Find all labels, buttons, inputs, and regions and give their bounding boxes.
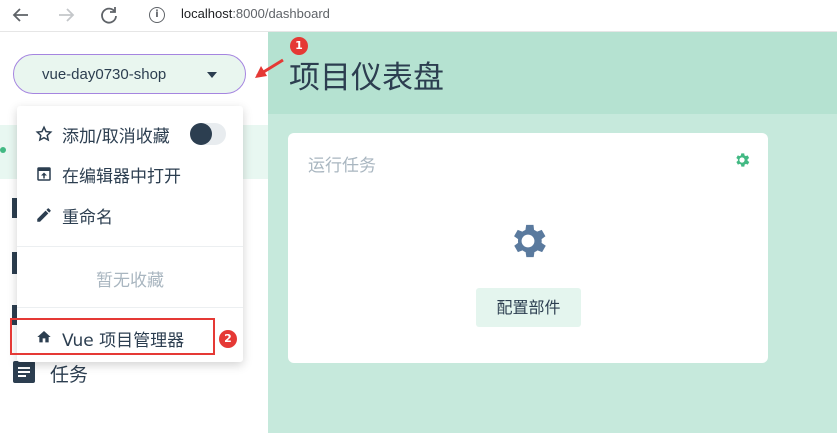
browser-toolbar: i localhost:8000/dashboard — [0, 0, 837, 32]
reload-icon[interactable] — [98, 4, 120, 26]
info-icon[interactable]: i — [149, 7, 165, 23]
pencil-icon — [35, 206, 53, 224]
menu-item-toggle-favorite[interactable]: 添加/取消收藏 — [17, 114, 243, 154]
configure-widgets-button[interactable]: 配置部件 — [476, 288, 581, 327]
annotation-badge-1: 1 — [290, 37, 308, 55]
empty-favorites-text: 暂无收藏 — [96, 271, 164, 291]
project-name: vue-day0730-shop — [42, 65, 167, 83]
menu-item-open-in-editor[interactable]: 在编辑器中打开 — [17, 154, 243, 194]
url-host: localhost — [181, 6, 233, 21]
back-arrow-icon[interactable] — [10, 4, 32, 26]
menu-item-rename[interactable]: 重命名 — [17, 195, 243, 235]
widget-settings-gear-icon[interactable] — [733, 151, 751, 169]
active-indicator-dot — [0, 147, 6, 153]
tasks-icon[interactable] — [13, 361, 35, 383]
menu-divider — [17, 246, 243, 247]
sidebar-item-tasks[interactable]: 任务 — [50, 360, 88, 387]
project-selector-button[interactable]: vue-day0730-shop — [13, 54, 246, 94]
widget-title: 运行任务 — [308, 156, 376, 176]
star-outline-icon — [35, 125, 53, 143]
run-tasks-widget: 运行任务 配置部件 — [288, 133, 768, 363]
annotation-badge-2: 2 — [219, 330, 237, 348]
favorite-toggle[interactable] — [190, 123, 226, 145]
menu-divider — [17, 307, 243, 308]
annotation-arrow-icon — [255, 58, 284, 78]
url-path: :8000/dashboard — [232, 6, 330, 21]
menu-item-label: 重命名 — [62, 207, 113, 228]
forward-arrow-icon[interactable] — [55, 4, 77, 26]
menu-item-label: 添加/取消收藏 — [62, 126, 170, 147]
address-bar-url[interactable]: localhost:8000/dashboard — [181, 6, 330, 21]
open-in-editor-icon — [35, 165, 53, 183]
configure-gear-icon — [506, 219, 550, 263]
toggle-knob — [190, 123, 212, 145]
caret-down-icon — [207, 72, 217, 78]
menu-item-label: 在编辑器中打开 — [62, 166, 181, 187]
page-title: 项目仪表盘 — [289, 60, 444, 96]
annotation-highlight-box — [10, 318, 215, 355]
